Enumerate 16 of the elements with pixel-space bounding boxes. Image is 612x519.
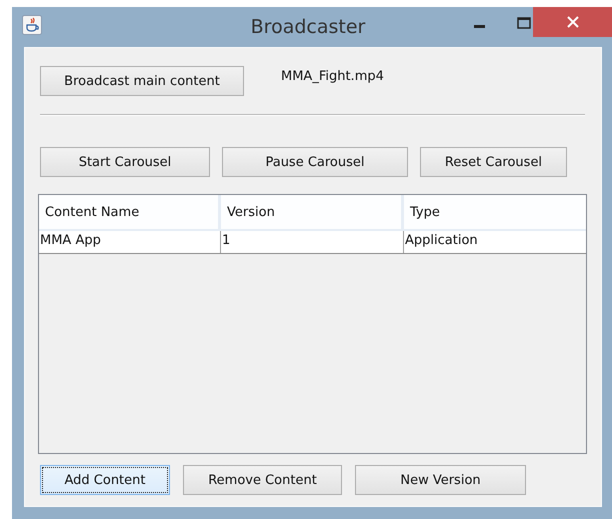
window-title: Broadcaster (250, 16, 366, 38)
close-icon (566, 16, 578, 28)
table-cell-text: Application (404, 232, 479, 250)
action-button[interactable]: New Version (355, 465, 526, 495)
file-label: MMA_Fight.mp4 (281, 69, 384, 84)
action-button[interactable]: Remove Content (183, 465, 342, 495)
carousel-button[interactable]: Reset Carousel (420, 147, 567, 177)
carousel-button[interactable]: Start Carousel (40, 147, 210, 177)
action-button[interactable]: Add Content (40, 465, 170, 495)
table-cell: 1 (221, 231, 404, 253)
maximize-icon (517, 17, 531, 29)
table-cell: MMA App (39, 231, 221, 253)
column-header[interactable]: Type (404, 195, 586, 229)
carousel-button[interactable]: Pause Carousel (222, 147, 408, 177)
broadcast-button[interactable]: Broadcast main content (40, 66, 244, 96)
coffee-cup-icon (22, 15, 42, 35)
